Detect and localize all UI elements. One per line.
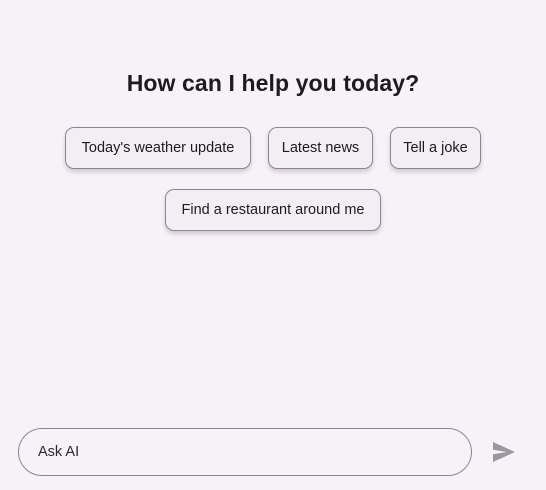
- suggestion-restaurant-button[interactable]: Find a restaurant around me: [165, 189, 381, 231]
- suggestion-joke-button[interactable]: Tell a joke: [390, 127, 481, 169]
- chat-input[interactable]: [38, 429, 448, 474]
- suggestion-news-button[interactable]: Latest news: [268, 127, 373, 169]
- suggestion-weather-button[interactable]: Today's weather update: [65, 127, 251, 169]
- send-button[interactable]: [491, 440, 517, 464]
- send-icon: [493, 442, 515, 462]
- chat-input-container: [18, 428, 472, 476]
- page-title: How can I help you today?: [126, 70, 420, 96]
